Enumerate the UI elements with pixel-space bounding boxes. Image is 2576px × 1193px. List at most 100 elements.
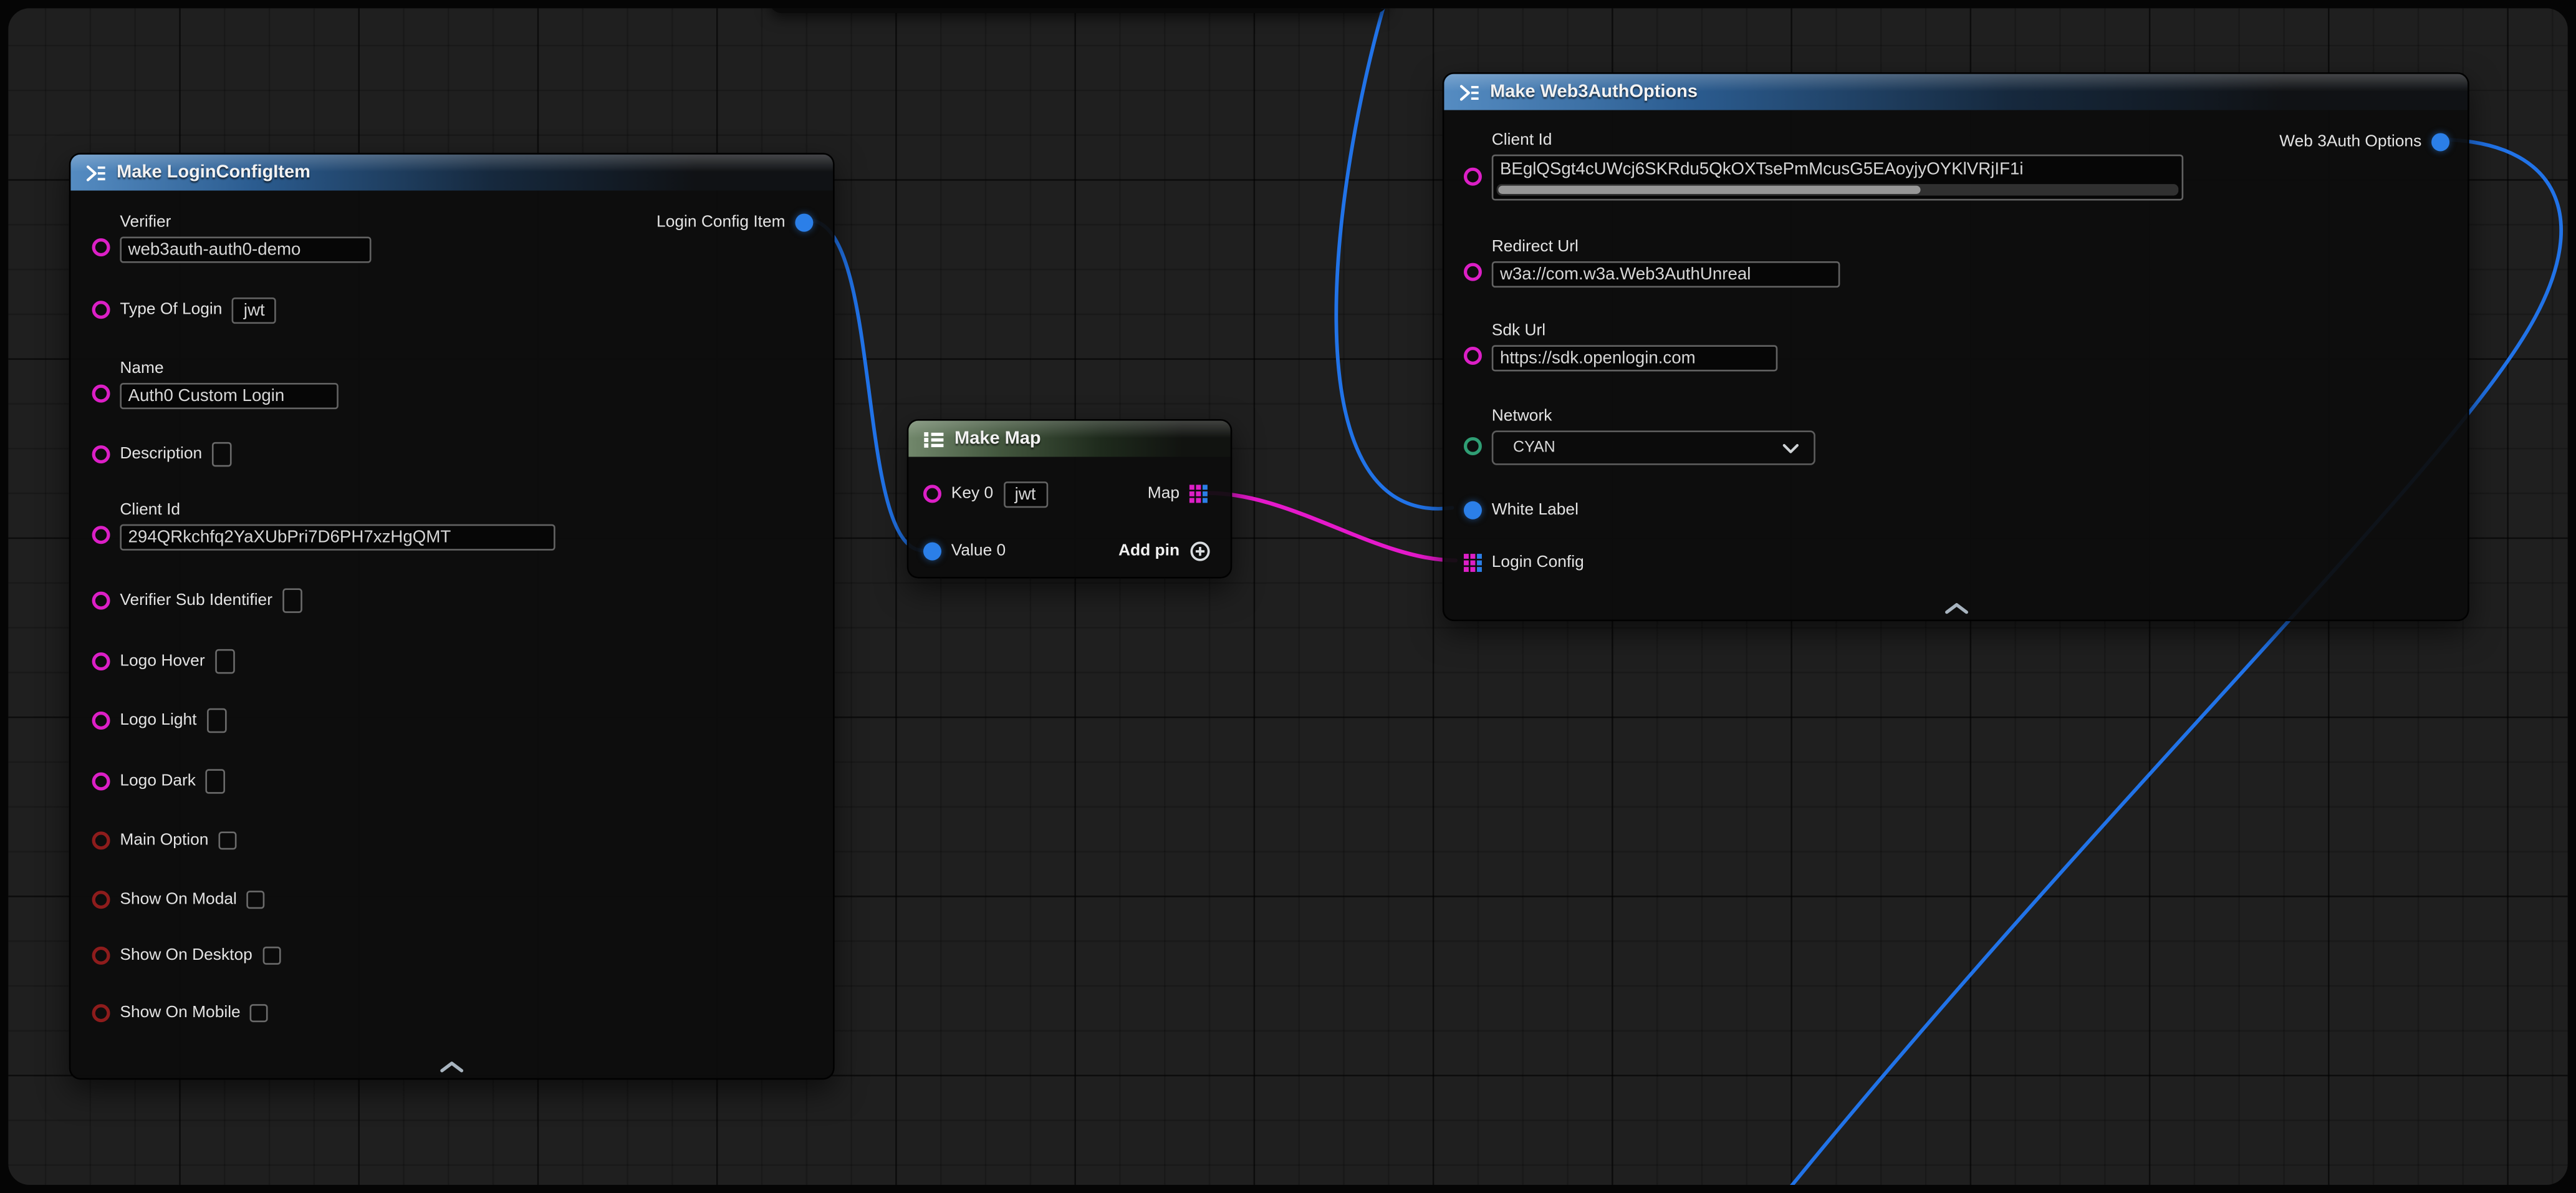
string-pin-verifier[interactable] (92, 238, 110, 256)
pin-label: Show On Desktop (120, 947, 252, 965)
pin-label: Verifier (120, 214, 371, 232)
redirect-url-input[interactable]: w3a://com.w3a.Web3AuthUnreal (1492, 261, 1840, 287)
key-0-input[interactable]: jwt (1003, 481, 1047, 507)
pin-row-main-option: Main Option (92, 827, 237, 855)
node-title: Make LoginConfigItem (117, 163, 310, 183)
bool-pin-show-on-mobile[interactable] (92, 1004, 110, 1022)
pin-row-network: Network CYAN (1464, 408, 1815, 465)
client-id-input[interactable]: 294QRkchfq2YaXUbPri7D6PH7xzHgQMT (120, 524, 555, 551)
object-pin-white-label[interactable] (1464, 501, 1482, 519)
network-select[interactable]: CYAN (1492, 430, 1815, 465)
node-header[interactable]: Make Web3AuthOptions (1444, 74, 2468, 110)
main-option-checkbox[interactable] (218, 831, 236, 849)
node-title: Make Map (954, 429, 1041, 449)
string-pin-verifier-sub-identifier[interactable] (92, 592, 110, 610)
map-pin-login-config[interactable] (1464, 554, 1482, 572)
pin-row-redirect-url: Redirect Url w3a://com.w3a.Web3AuthUnrea… (1464, 238, 1840, 287)
add-pin-button[interactable]: Add pin (1118, 538, 1211, 564)
pin-label: Show On Mobile (120, 1004, 240, 1022)
name-input[interactable]: Auth0 Custom Login (120, 383, 338, 409)
string-pin-description[interactable] (92, 445, 110, 463)
output-pin-label: Web 3Auth Options (2279, 132, 2421, 150)
string-pin-logo-dark[interactable] (92, 773, 110, 791)
pin-row-name: Name Auth0 Custom Login (92, 360, 339, 409)
string-pin-key-0[interactable] (923, 485, 941, 503)
node-title: Make Web3AuthOptions (1490, 82, 1698, 102)
pin-row-show-on-modal: Show On Modal (92, 886, 265, 914)
make-struct-icon (85, 163, 107, 181)
show-on-desktop-checkbox[interactable] (262, 947, 281, 965)
pin-row-verifier-sub-identifier: Verifier Sub Identifier (92, 587, 302, 615)
pin-label: Login Config (1492, 554, 1584, 572)
blueprint-editor: Make LoginConfigItem Login Config Item V… (0, 0, 2576, 1193)
collapse-chevron[interactable] (1943, 601, 1969, 614)
h-scrollbar-thumb[interactable] (1498, 186, 1921, 194)
pin-row-show-on-mobile: Show On Mobile (92, 999, 269, 1027)
make-map-icon (923, 430, 944, 448)
graph-layer: Make LoginConfigItem Login Config Item V… (8, 8, 2568, 1185)
network-selected-value: CYAN (1513, 439, 1555, 457)
node-make-map[interactable]: Make Map Key 0 jwt Map Value 0 Add pin (907, 419, 1233, 579)
h-scrollbar[interactable] (1497, 184, 2179, 195)
pin-label: Type Of Login (120, 301, 222, 319)
string-pin-logo-hover[interactable] (92, 652, 110, 670)
pin-label: Logo Light (120, 712, 196, 730)
pin-row-login-config: Login Config (1464, 549, 1584, 577)
show-on-modal-checkbox[interactable] (247, 891, 265, 909)
output-web3auth-options: Web 3Auth Options (2279, 128, 2449, 155)
string-pin-sdk-url[interactable] (1464, 347, 1482, 365)
string-pin-logo-light[interactable] (92, 712, 110, 730)
make-struct-icon (1459, 83, 1480, 101)
pin-label: Show On Modal (120, 891, 237, 909)
bool-pin-main-option[interactable] (92, 831, 110, 849)
pin-row-show-on-desktop: Show On Desktop (92, 942, 281, 970)
logo-dark-input[interactable] (206, 769, 226, 794)
wire-map-to-loginconfig[interactable] (1208, 493, 1456, 561)
node-make-loginconfigitem[interactable]: Make LoginConfigItem Login Config Item V… (69, 153, 835, 1079)
wire-top-to-whitelabel[interactable] (1336, 8, 1452, 509)
client-id-input[interactable]: BEglQSgt4cUWcj6SKRdu5QkOXTsePmMcusG5EAoy… (1492, 155, 2183, 201)
client-id-text: BEglQSgt4cUWcj6SKRdu5QkOXTsePmMcusG5EAoy… (1500, 160, 2024, 180)
pin-label: Client Id (120, 501, 555, 519)
description-input[interactable] (212, 442, 232, 467)
string-pin-client-id[interactable] (1464, 168, 1482, 186)
verifier-input[interactable]: web3auth-auth0-demo (120, 236, 371, 263)
output-pin-web3auth-options[interactable] (2431, 132, 2449, 150)
pin-label: Main Option (120, 831, 208, 849)
node-make-web3authoptions[interactable]: Make Web3AuthOptions Web 3Auth Options C… (1443, 72, 2469, 621)
pin-label: Sdk Url (1492, 322, 1778, 340)
offscreen-node-top[interactable] (769, 8, 1388, 13)
string-pin-client-id[interactable] (92, 526, 110, 544)
enum-pin-network[interactable] (1464, 437, 1482, 455)
object-pin-value-0[interactable] (923, 543, 941, 561)
chevron-up-icon (439, 1060, 465, 1073)
pin-row-value-0: Value 0 (923, 538, 1006, 566)
blueprint-canvas[interactable]: Make LoginConfigItem Login Config Item V… (8, 8, 2568, 1185)
plus-circle-icon (1189, 540, 1211, 561)
pin-label: Value 0 (951, 543, 1006, 561)
bool-pin-show-on-modal[interactable] (92, 891, 110, 909)
logo-hover-input[interactable] (214, 649, 234, 674)
pin-label: Redirect Url (1492, 238, 1840, 256)
pin-label: Network (1492, 408, 1815, 426)
type-of-login-input[interactable]: jwt (232, 297, 276, 323)
pin-label: Description (120, 445, 202, 463)
pin-label: Name (120, 360, 338, 378)
show-on-mobile-checkbox[interactable] (251, 1004, 269, 1022)
collapse-chevron[interactable] (439, 1060, 465, 1073)
sdk-url-input[interactable]: https://sdk.openlogin.com (1492, 345, 1778, 371)
verifier-sub-identifier-input[interactable] (282, 588, 302, 613)
output-pin-login-config-item[interactable] (795, 213, 813, 231)
string-pin-redirect-url[interactable] (1464, 263, 1482, 281)
string-pin-type-of-login[interactable] (92, 301, 110, 319)
logo-light-input[interactable] (206, 708, 226, 733)
node-header[interactable]: Make Map (908, 421, 1230, 457)
bool-pin-show-on-desktop[interactable] (92, 947, 110, 965)
pin-row-logo-light: Logo Light (92, 707, 226, 735)
pin-row-client-id: Client Id BEglQSgt4cUWcj6SKRdu5QkOXTsePm… (1464, 132, 2183, 201)
string-pin-name[interactable] (92, 385, 110, 403)
node-header[interactable]: Make LoginConfigItem (70, 155, 833, 191)
map-pin-output[interactable] (1189, 484, 1208, 502)
pin-label: Logo Dark (120, 773, 196, 791)
pin-row-white-label: White Label (1464, 496, 1579, 524)
